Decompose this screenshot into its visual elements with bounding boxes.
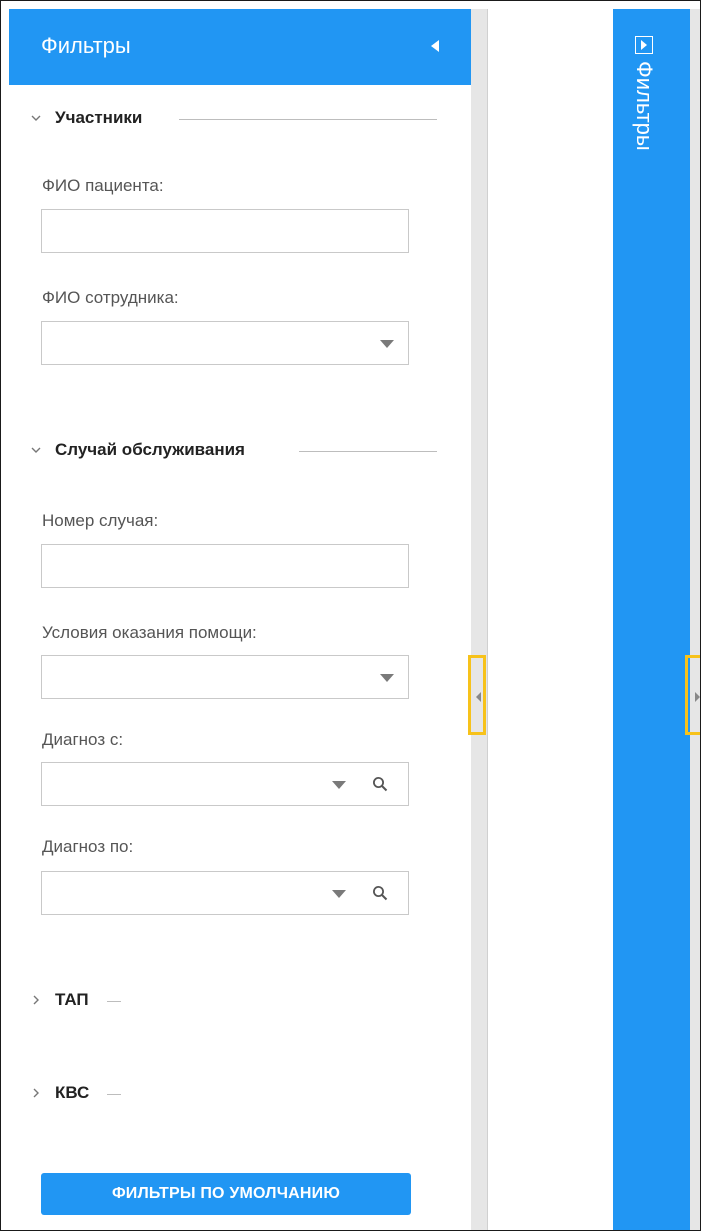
section-divider [107,1001,121,1002]
default-filters-button[interactable]: ФИЛЬТРЫ ПО УМОЛЧАНИЮ [41,1173,411,1215]
section-divider [299,451,437,452]
filter-panel: Фильтры Участники ФИО пациента: ФИО сотр… [9,9,472,1230]
filter-panel-header: Фильтры [9,9,471,85]
triangle-right-icon [695,692,700,702]
right-splitter[interactable] [685,9,700,1230]
section-kvs-header[interactable]: КВС [9,1082,471,1106]
collapse-handle[interactable] [468,655,486,735]
section-title: ТАП [55,990,97,1010]
chevron-down-icon [31,447,41,453]
triangle-right-icon [641,40,647,50]
dropdown-arrow-icon[interactable] [380,674,394,682]
section-tap-header[interactable]: ТАП [9,989,471,1013]
panel-title: Фильтры [41,33,131,58]
patient-name-label: ФИО пациента: [42,176,164,195]
section-divider [179,119,437,120]
screenshot-frame: Фильтры Участники ФИО пациента: ФИО сотр… [0,0,701,1231]
diagnosis-to-label: Диагноз по: [42,837,134,856]
section-service-case-header[interactable]: Случай обслуживания [9,439,471,463]
content-area [488,9,613,1230]
case-number-label: Номер случая: [42,511,159,530]
chevron-right-icon [33,995,39,1005]
employee-name-select[interactable] [41,321,409,365]
section-participants-header[interactable]: Участники [9,107,471,131]
employee-name-label: ФИО сотрудника: [42,288,179,307]
search-icon[interactable] [372,885,388,901]
section-divider [107,1094,121,1095]
search-icon[interactable] [372,776,388,792]
chevron-right-icon [33,1088,39,1098]
section-title: Участники [55,108,151,128]
diagnosis-from-select[interactable] [41,762,409,806]
care-conditions-select[interactable] [41,655,409,699]
diagnosis-to-select[interactable] [41,871,409,915]
collapsed-filter-panel[interactable]: Фильтры [613,9,690,1230]
section-title: КВС [55,1083,98,1103]
expand-handle[interactable] [685,655,700,735]
patient-name-input[interactable] [41,209,409,253]
dropdown-arrow-icon[interactable] [332,781,346,789]
triangle-left-icon [476,692,481,702]
diagnosis-from-label: Диагноз с: [42,730,124,749]
collapse-panel-icon[interactable] [429,39,441,53]
section-title: Случай обслуживания [55,440,253,460]
chevron-down-icon [31,115,41,121]
case-number-input[interactable] [41,544,409,588]
care-conditions-label: Условия оказания помощи: [42,623,257,642]
panel-splitter[interactable] [468,9,488,1230]
dropdown-arrow-icon[interactable] [332,890,346,898]
dropdown-arrow-icon[interactable] [380,340,394,348]
collapsed-panel-title: Фильтры [632,61,657,151]
expand-panel-icon[interactable] [635,36,653,54]
